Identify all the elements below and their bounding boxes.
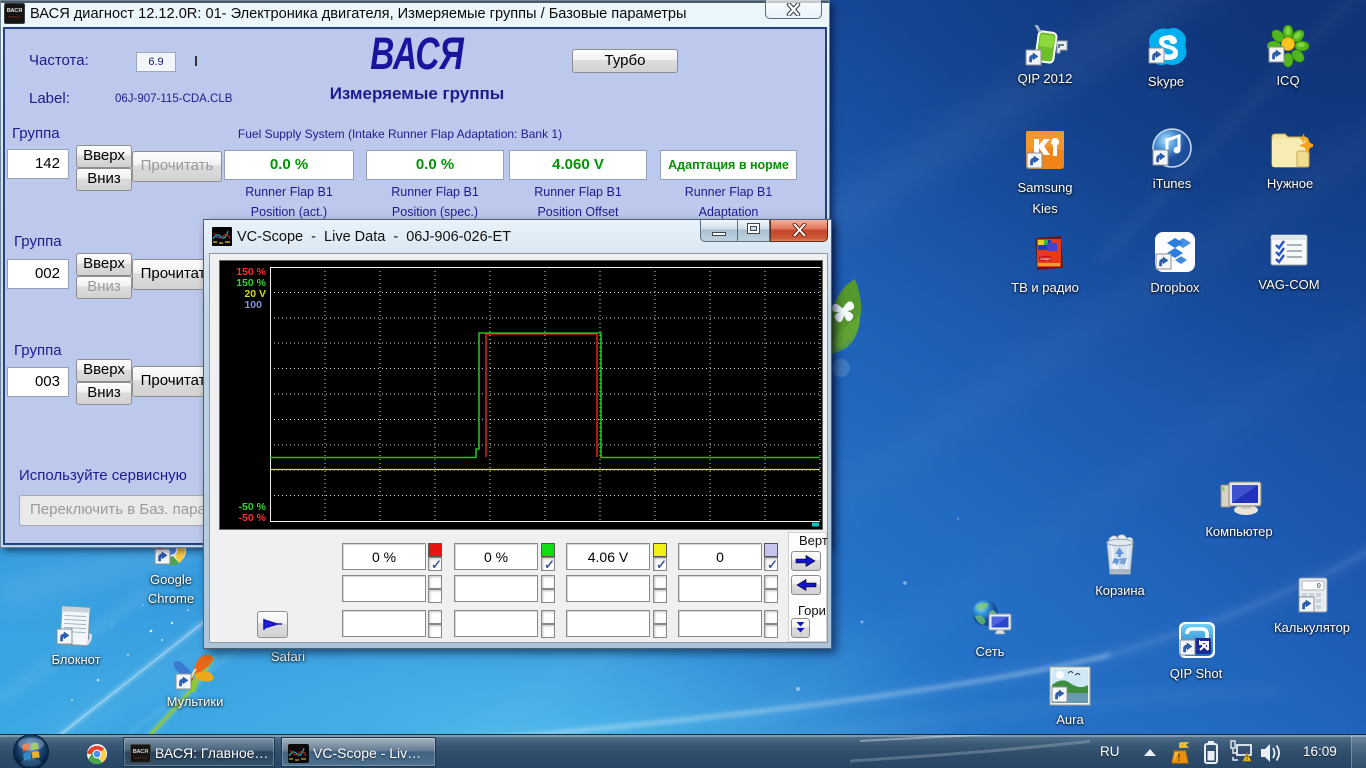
svg-text:100: 100 <box>244 299 262 311</box>
svg-text:0: 0 <box>1317 583 1321 591</box>
svg-text:!: ! <box>1177 752 1181 764</box>
svg-text:Смарт: Смарт <box>1040 257 1051 261</box>
svg-text:-50 %: -50 % <box>239 512 267 524</box>
svg-text:!: ! <box>1246 755 1248 762</box>
